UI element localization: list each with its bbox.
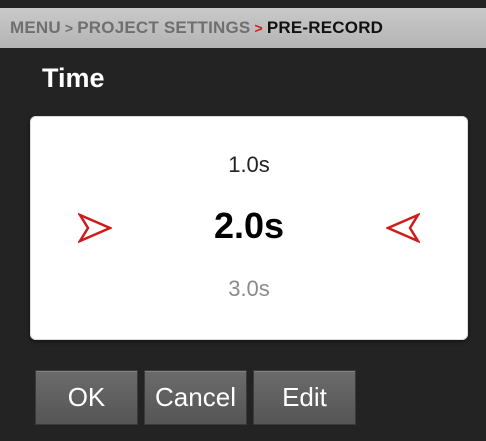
selection-arrow-left-icon[interactable]: [386, 213, 420, 243]
breadcrumb-separator-active: >: [254, 20, 263, 36]
breadcrumb-item-current: PRE-RECORD: [266, 18, 384, 37]
breadcrumb-item-project-settings[interactable]: PROJECT SETTINGS: [77, 18, 250, 38]
edit-button[interactable]: Edit: [253, 370, 356, 425]
cancel-button[interactable]: Cancel: [144, 370, 247, 425]
page-title: Time: [42, 63, 105, 93]
pre-record-screen: MENU > PROJECT SETTINGS > PRE-RECORD Tim…: [0, 0, 486, 441]
breadcrumb: MENU > PROJECT SETTINGS > PRE-RECORD: [0, 8, 486, 48]
breadcrumb-separator: >: [64, 20, 74, 36]
button-row: OK Cancel Edit: [35, 370, 356, 425]
selection-arrow-right-icon[interactable]: [78, 213, 112, 243]
picker-next-value[interactable]: 3.0s: [30, 276, 468, 302]
picker-previous-value[interactable]: 1.0s: [30, 152, 468, 178]
breadcrumb-item-menu[interactable]: MENU: [10, 18, 61, 38]
time-picker[interactable]: 1.0s 2.0s 3.0s: [30, 116, 468, 340]
ok-button[interactable]: OK: [35, 370, 138, 425]
